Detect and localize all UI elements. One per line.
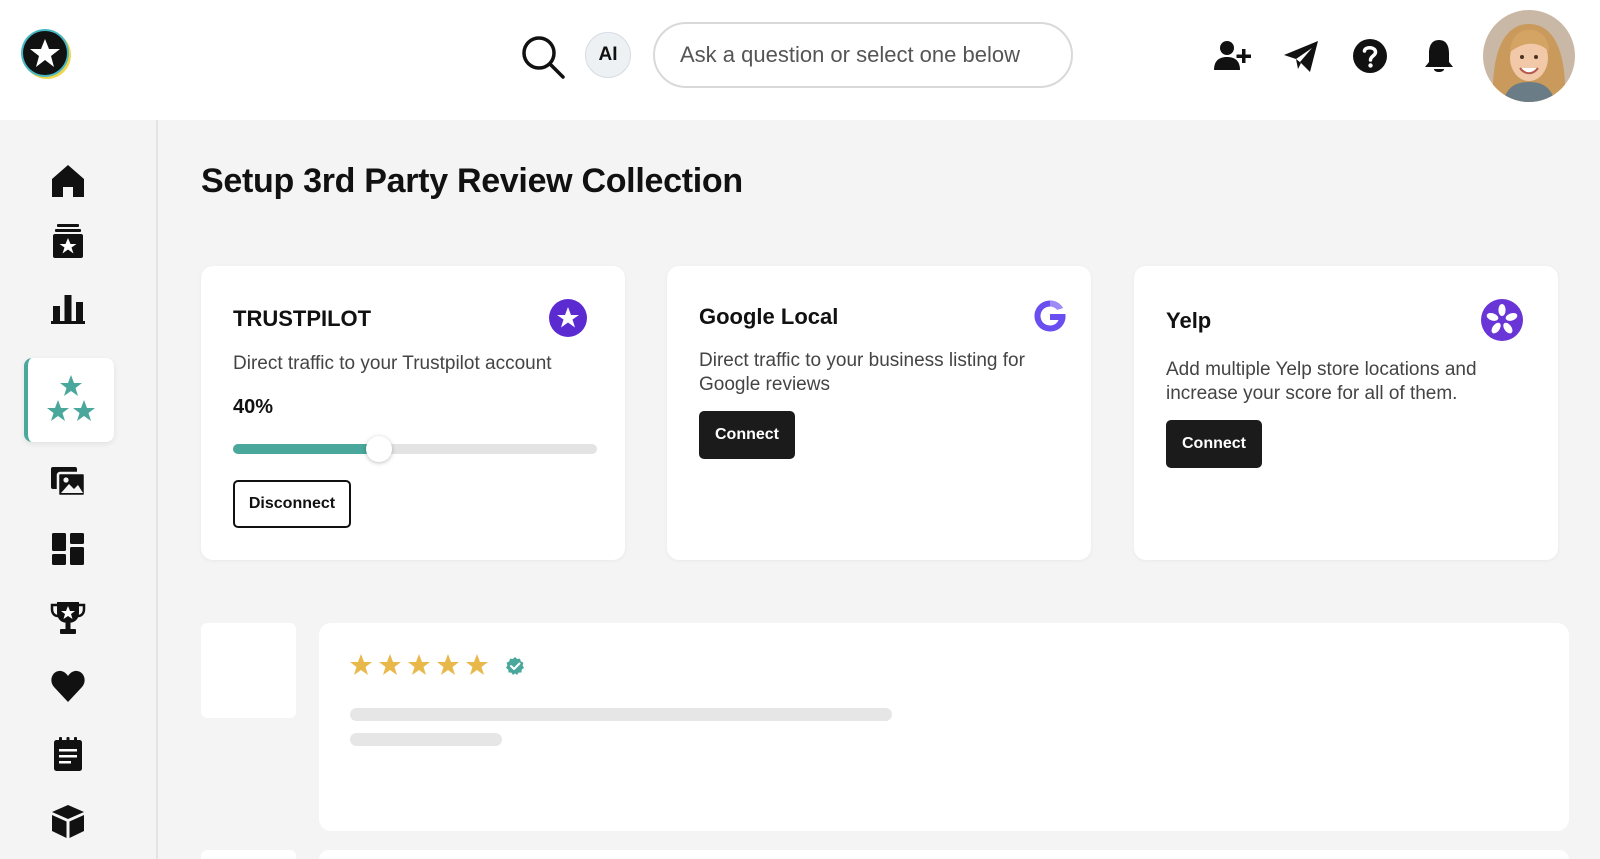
progress-slider[interactable] bbox=[233, 436, 597, 462]
star-rating bbox=[349, 653, 489, 677]
ai-button[interactable]: AI bbox=[585, 32, 631, 78]
package-icon[interactable] bbox=[43, 796, 93, 846]
heart-icon[interactable] bbox=[43, 661, 93, 711]
top-bar: AI bbox=[0, 0, 1600, 120]
bell-icon[interactable] bbox=[1419, 36, 1459, 76]
yelp-card: Yelp Add multiple Yelp store locations a… bbox=[1134, 266, 1558, 560]
star-icon bbox=[350, 654, 372, 675]
page-title: Setup 3rd Party Review Collection bbox=[201, 162, 743, 200]
sidebar bbox=[0, 120, 158, 859]
card-description: Direct traffic to your Trustpilot accoun… bbox=[233, 353, 552, 374]
card-title: TRUSTPILOT bbox=[233, 306, 372, 331]
media-gallery-icon[interactable] bbox=[43, 456, 93, 506]
review-thumbnail-placeholder bbox=[201, 623, 296, 718]
dashboard-icon[interactable] bbox=[43, 524, 93, 574]
text-skeleton-line bbox=[350, 708, 892, 721]
analytics-icon[interactable] bbox=[43, 283, 93, 333]
progress-percentage: 40% bbox=[233, 396, 274, 418]
search-icon[interactable] bbox=[518, 32, 566, 80]
google-g-icon bbox=[1030, 296, 1070, 336]
star-icon bbox=[466, 654, 488, 675]
send-icon[interactable] bbox=[1281, 36, 1321, 76]
card-title: Google Local bbox=[699, 304, 839, 329]
home-icon[interactable] bbox=[43, 156, 93, 206]
star-logo-icon[interactable] bbox=[20, 28, 72, 80]
yelp-burst-icon bbox=[1480, 298, 1524, 342]
card-title: Yelp bbox=[1166, 308, 1212, 333]
progress-slider-handle[interactable] bbox=[365, 436, 392, 462]
notes-icon[interactable] bbox=[43, 729, 93, 779]
review-thumbnail-placeholder bbox=[201, 850, 296, 859]
trustpilot-star-icon bbox=[548, 298, 588, 338]
help-icon[interactable] bbox=[1350, 36, 1390, 76]
review-preview-card bbox=[319, 850, 1569, 859]
review-collection-icon[interactable] bbox=[24, 358, 114, 442]
disconnect-button[interactable]: Disconnect bbox=[233, 480, 351, 528]
verified-badge-icon bbox=[505, 656, 525, 676]
progress-fill bbox=[233, 444, 379, 454]
star-icon bbox=[379, 654, 401, 675]
trophy-icon[interactable] bbox=[43, 593, 93, 643]
review-preview-card bbox=[319, 623, 1569, 831]
star-icon bbox=[408, 654, 430, 675]
star-icon bbox=[437, 654, 459, 675]
user-avatar[interactable] bbox=[1483, 10, 1575, 102]
reviews-inbox-icon[interactable] bbox=[43, 216, 93, 266]
google-connect-button[interactable]: Connect bbox=[699, 411, 795, 459]
ask-question-input[interactable] bbox=[653, 22, 1073, 88]
text-skeleton-line bbox=[350, 733, 502, 746]
yelp-connect-button[interactable]: Connect bbox=[1166, 420, 1262, 468]
google-local-card: Google Local Direct traffic to your busi… bbox=[667, 266, 1091, 560]
trustpilot-card: TRUSTPILOT Direct traffic to your Trustp… bbox=[201, 266, 625, 560]
card-description: Add multiple Yelp store locations and in… bbox=[1166, 359, 1477, 404]
add-user-icon[interactable] bbox=[1212, 36, 1252, 76]
card-description: Direct traffic to your business listing … bbox=[699, 350, 1025, 395]
